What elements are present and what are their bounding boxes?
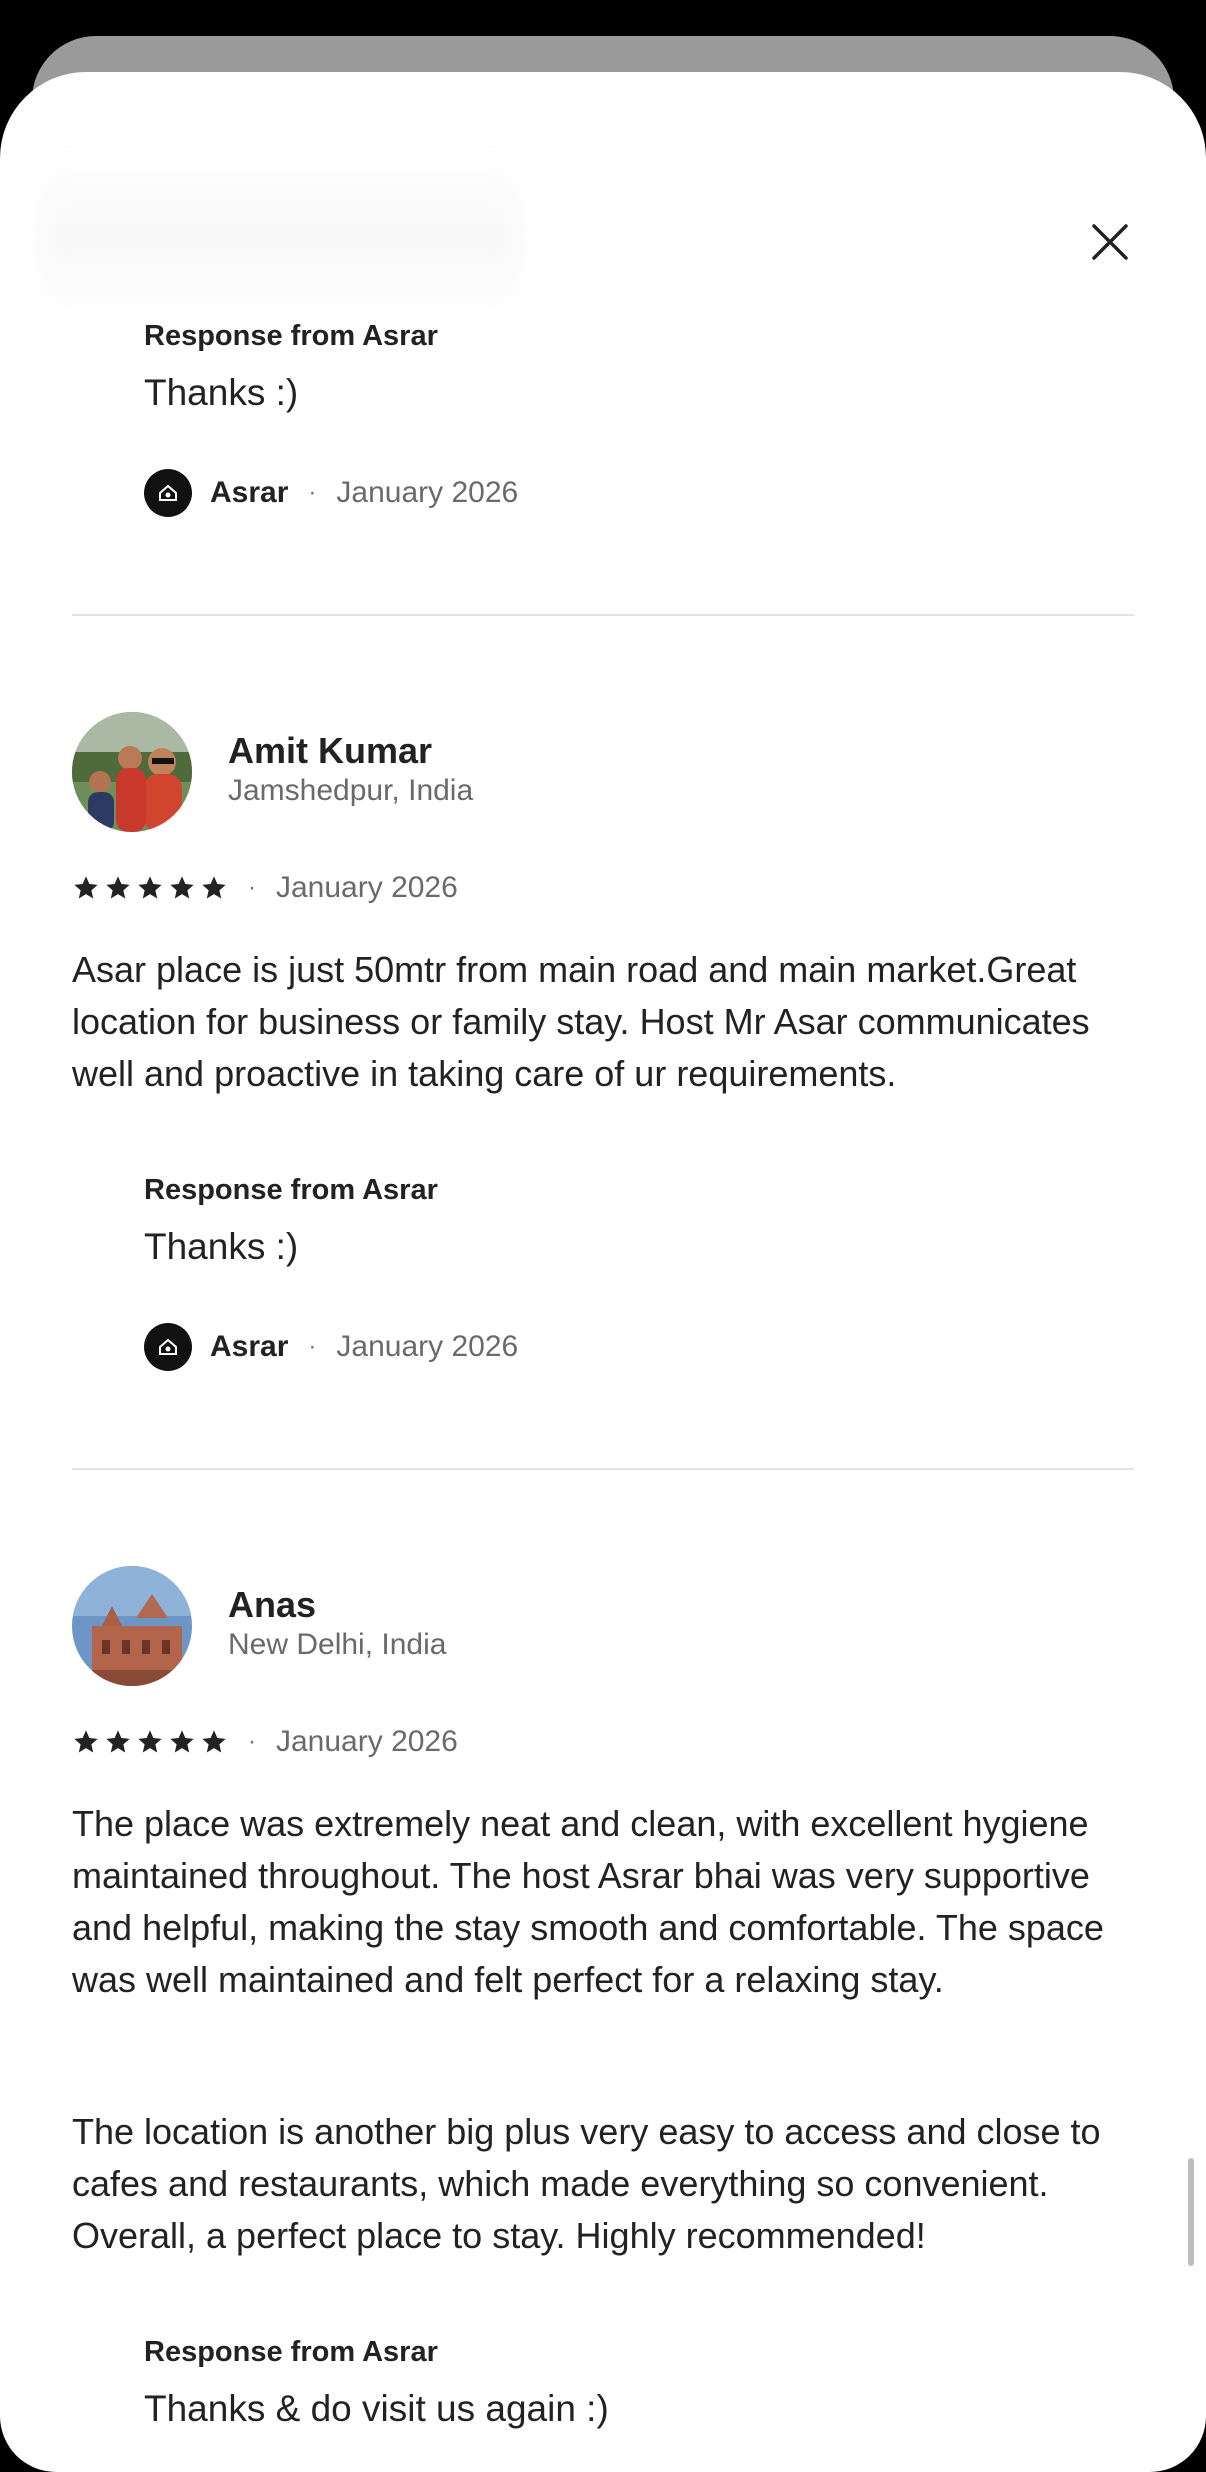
star-rating bbox=[72, 1728, 228, 1756]
review-text-paragraph-1: The place was extremely neat and clean, … bbox=[72, 1803, 1104, 2000]
faded-previous-content bbox=[40, 152, 520, 322]
host-logo-icon bbox=[159, 484, 177, 501]
separator-dot: · bbox=[308, 479, 317, 506]
review-text-paragraph-2: The location is another big plus very ea… bbox=[72, 2111, 1101, 2256]
star-icon bbox=[74, 1730, 98, 1753]
star-icon bbox=[170, 876, 194, 899]
separator-dot: · bbox=[248, 874, 256, 901]
response-title: Response from Asrar bbox=[144, 2336, 438, 2368]
response-date: January 2026 bbox=[336, 1330, 519, 1363]
scrollbar[interactable] bbox=[1188, 2158, 1194, 2266]
response-text: Thanks & do visit us again :) bbox=[144, 2388, 609, 2429]
response-date: January 2026 bbox=[336, 476, 519, 509]
close-button[interactable] bbox=[1080, 212, 1140, 272]
rating-row: · January 2026 bbox=[72, 868, 458, 908]
host-response-meta: Asrar · January 2026 bbox=[144, 1322, 518, 1372]
star-icon bbox=[202, 1730, 226, 1753]
separator-dot: · bbox=[248, 1728, 256, 1755]
reviewer-name: Anas bbox=[228, 1584, 317, 1625]
star-icon bbox=[74, 876, 98, 899]
star-icon bbox=[138, 876, 162, 899]
host-logo-icon bbox=[159, 1338, 177, 1355]
star-icon bbox=[106, 876, 130, 899]
review-divider bbox=[72, 614, 1134, 616]
reviewer-location: Jamshedpur, India bbox=[228, 774, 474, 807]
response-text: Thanks :) bbox=[144, 372, 299, 413]
host-avatar[interactable] bbox=[144, 469, 192, 517]
star-icon bbox=[202, 876, 226, 899]
host-avatar[interactable] bbox=[144, 1323, 192, 1371]
response-text: Thanks :) bbox=[144, 1226, 299, 1267]
host-name: Asrar bbox=[210, 476, 289, 509]
review-date: January 2026 bbox=[276, 1725, 458, 1758]
reviewer-avatar[interactable] bbox=[72, 1566, 192, 1686]
reviewer-name: Amit Kumar bbox=[228, 730, 433, 771]
reviewer-location: New Delhi, India bbox=[228, 1628, 447, 1661]
response-title: Response from Asrar bbox=[144, 320, 438, 352]
reviewer-avatar[interactable] bbox=[72, 712, 192, 832]
star-icon bbox=[106, 1730, 130, 1753]
star-icon bbox=[170, 1730, 194, 1753]
star-icon bbox=[138, 1730, 162, 1753]
rating-row: · January 2026 bbox=[72, 1722, 458, 1762]
reviews-sheet: Response from Asrar Thanks :) Asrar · Ja… bbox=[0, 72, 1206, 2472]
separator-dot: · bbox=[308, 1333, 317, 1360]
close-icon bbox=[1092, 224, 1128, 260]
review-divider bbox=[72, 1468, 1134, 1470]
host-response-meta: Asrar · January 2026 bbox=[144, 468, 518, 518]
review-date: January 2026 bbox=[276, 871, 458, 904]
star-rating bbox=[72, 874, 228, 902]
review-text: Asar place is just 50mtr from main road … bbox=[72, 949, 1090, 1094]
host-name: Asrar bbox=[210, 1330, 289, 1363]
response-title: Response from Asrar bbox=[144, 1174, 438, 1206]
